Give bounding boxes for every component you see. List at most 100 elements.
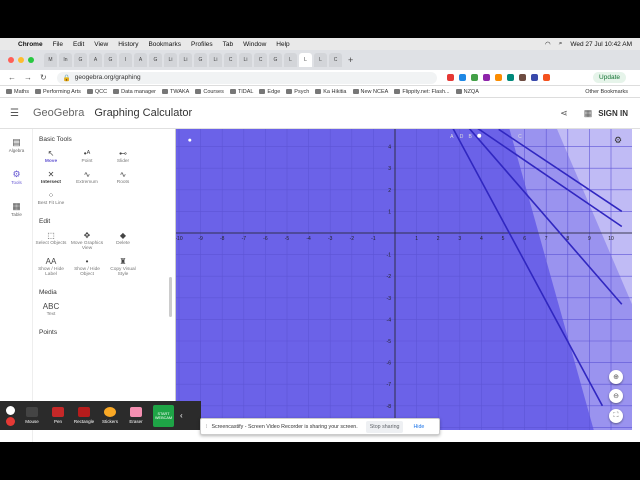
- browser-tab[interactable]: Li: [209, 53, 222, 67]
- extension-icon[interactable]: [446, 74, 454, 81]
- url-field[interactable]: 🔒 geogebra.org/graphing: [56, 71, 437, 84]
- extension-icon[interactable]: [530, 74, 538, 81]
- zoom-in-icon[interactable]: ⊕: [609, 370, 623, 384]
- browser-tab[interactable]: G: [104, 53, 117, 67]
- browser-tab[interactable]: G: [74, 53, 87, 67]
- start-webcam-button[interactable]: START WEBCAM: [153, 404, 174, 427]
- back-icon[interactable]: ←: [8, 73, 16, 82]
- cast-eraser-button[interactable]: Eraser: [123, 407, 149, 424]
- menu-icon[interactable]: ☰: [10, 108, 19, 119]
- browser-tab[interactable]: Li: [164, 53, 177, 67]
- tool-move-graphics-view[interactable]: ✥ Move Graphics View: [69, 231, 105, 251]
- bookmark-item[interactable]: Courses: [195, 89, 224, 95]
- graph-canvas[interactable]: -10 -9 -8 -7 -6 -5 -4 -3 -2 -1 1 2 3 4 5 6 7 8 9 104321-1-2…: [176, 129, 632, 430]
- cast-stickers-button[interactable]: Stickers: [97, 407, 123, 424]
- tool-copy-visual-style[interactable]: ♜ Copy Visual Style: [105, 257, 141, 277]
- browser-tab[interactable]: C: [224, 53, 237, 67]
- browser-tab[interactable]: L: [299, 53, 312, 67]
- extension-icon[interactable]: [470, 74, 478, 81]
- browser-tab[interactable]: I: [119, 53, 132, 67]
- browser-tab[interactable]: G: [269, 53, 282, 67]
- drag-handle-icon[interactable]: ⁞: [206, 424, 207, 430]
- geogebra-logo[interactable]: GeoGebra: [33, 107, 84, 119]
- tool-intersect[interactable]: ✕ Intersect: [33, 170, 69, 185]
- cast-rectangle-button[interactable]: Rectangle: [71, 407, 97, 424]
- tool-slider[interactable]: ⊷ Slider: [105, 149, 141, 164]
- minimize-window-icon[interactable]: [18, 57, 24, 63]
- tool-extremum[interactable]: ∿ Extremum: [69, 170, 105, 185]
- menu-window[interactable]: Window: [243, 41, 266, 48]
- tool-point[interactable]: •ᴬ Point: [69, 149, 105, 164]
- tool-move[interactable]: ↖ Move: [33, 149, 69, 164]
- bookmark-item[interactable]: NZQA: [455, 89, 479, 95]
- extension-icon[interactable]: [482, 74, 490, 81]
- extension-icon[interactable]: [518, 74, 526, 81]
- zoom-out-icon[interactable]: ⊖: [609, 389, 623, 403]
- hide-button[interactable]: Hide: [413, 424, 424, 430]
- browser-tab[interactable]: Li: [239, 53, 252, 67]
- bookmark-item[interactable]: Ka Hikitia: [315, 89, 347, 95]
- stop-record-icon[interactable]: [6, 416, 15, 426]
- bookmark-item[interactable]: Data manager: [113, 89, 156, 95]
- menu-bookmarks[interactable]: Bookmarks: [148, 41, 181, 48]
- update-button[interactable]: Update: [593, 72, 626, 83]
- tool-roots[interactable]: ∿ Roots: [105, 170, 141, 185]
- zoom-window-icon[interactable]: [28, 57, 34, 63]
- browser-tab[interactable]: In: [59, 53, 72, 67]
- menu-view[interactable]: View: [94, 41, 108, 48]
- forward-icon[interactable]: →: [24, 73, 32, 82]
- bookmark-item[interactable]: TWAKA: [161, 89, 189, 95]
- cast-pen-button[interactable]: Pen: [45, 407, 71, 424]
- pause-icon[interactable]: [6, 405, 15, 415]
- tool-show-hide-label[interactable]: AA Show / Hide Label: [33, 257, 69, 277]
- tool-text[interactable]: ABC Text: [33, 302, 69, 317]
- reload-icon[interactable]: ↻: [40, 73, 47, 82]
- menu-file[interactable]: File: [53, 41, 63, 48]
- tool-show-hide-object[interactable]: • Show / Hide Object: [69, 257, 105, 277]
- menu-edit[interactable]: Edit: [73, 41, 84, 48]
- new-tab-icon[interactable]: +: [348, 55, 353, 65]
- bookmark-item[interactable]: Performing Arts: [34, 89, 81, 95]
- collapse-icon[interactable]: ‹: [180, 411, 183, 420]
- tool-select-objects[interactable]: ⬚ Select Objects: [33, 231, 69, 251]
- rail-table[interactable]: ▦ Table: [0, 193, 33, 225]
- tool-delete[interactable]: ◆ Delete: [105, 231, 141, 251]
- browser-tab[interactable]: Li: [179, 53, 192, 67]
- extension-icon[interactable]: [494, 74, 502, 81]
- cast-mouse-button[interactable]: Mouse: [19, 407, 45, 424]
- browser-tab[interactable]: M: [44, 53, 57, 67]
- extension-icon[interactable]: [542, 74, 550, 81]
- bookmark-item[interactable]: TIDAL: [229, 89, 253, 95]
- browser-tab[interactable]: A: [89, 53, 102, 67]
- wifi-icon[interactable]: ◠: [545, 40, 551, 48]
- bookmark-item[interactable]: New NCEA: [352, 89, 388, 95]
- bookmark-item[interactable]: Maths: [6, 89, 29, 95]
- browser-tab[interactable]: A: [134, 53, 147, 67]
- bookmark-item[interactable]: Flippity.net: Flash...: [394, 89, 450, 95]
- menu-tab[interactable]: Tab: [223, 41, 233, 48]
- browser-tab[interactable]: G: [194, 53, 207, 67]
- other-bookmarks[interactable]: Other Bookmarks: [585, 89, 628, 95]
- rail-algebra[interactable]: ▤ Algebra: [0, 129, 33, 161]
- share-icon[interactable]: ⋖: [560, 108, 568, 119]
- menu-history[interactable]: History: [118, 41, 138, 48]
- menu-profiles[interactable]: Profiles: [191, 41, 213, 48]
- extension-icon[interactable]: [458, 74, 466, 81]
- tools-scrollbar[interactable]: [169, 277, 172, 317]
- browser-tab[interactable]: L: [284, 53, 297, 67]
- stop-sharing-button[interactable]: Stop sharing: [365, 420, 404, 433]
- rail-tools[interactable]: ⚙ Tools: [0, 161, 33, 193]
- close-window-icon[interactable]: [8, 57, 14, 63]
- browser-tab[interactable]: G: [149, 53, 162, 67]
- menu-app-name[interactable]: Chrome: [18, 41, 43, 48]
- search-icon[interactable]: ⌕: [559, 40, 563, 48]
- bookmark-item[interactable]: Edge: [259, 89, 280, 95]
- fullscreen-icon[interactable]: ⛶: [609, 409, 623, 423]
- browser-tab[interactable]: C: [329, 53, 342, 67]
- tool-best-fit-line[interactable]: ⁘ Best Fit Line: [33, 191, 69, 206]
- graphics-view[interactable]: -10 -9 -8 -7 -6 -5 -4 -3 -2 -1 1 2 3 4 5 6 7 8 9 10 4 3 2 1 -1 -2…: [176, 129, 632, 430]
- menu-help[interactable]: Help: [276, 41, 289, 48]
- browser-tab[interactable]: L: [314, 53, 327, 67]
- bookmark-item[interactable]: QCC: [86, 89, 107, 95]
- apps-grid-icon[interactable]: ▦: [584, 108, 593, 119]
